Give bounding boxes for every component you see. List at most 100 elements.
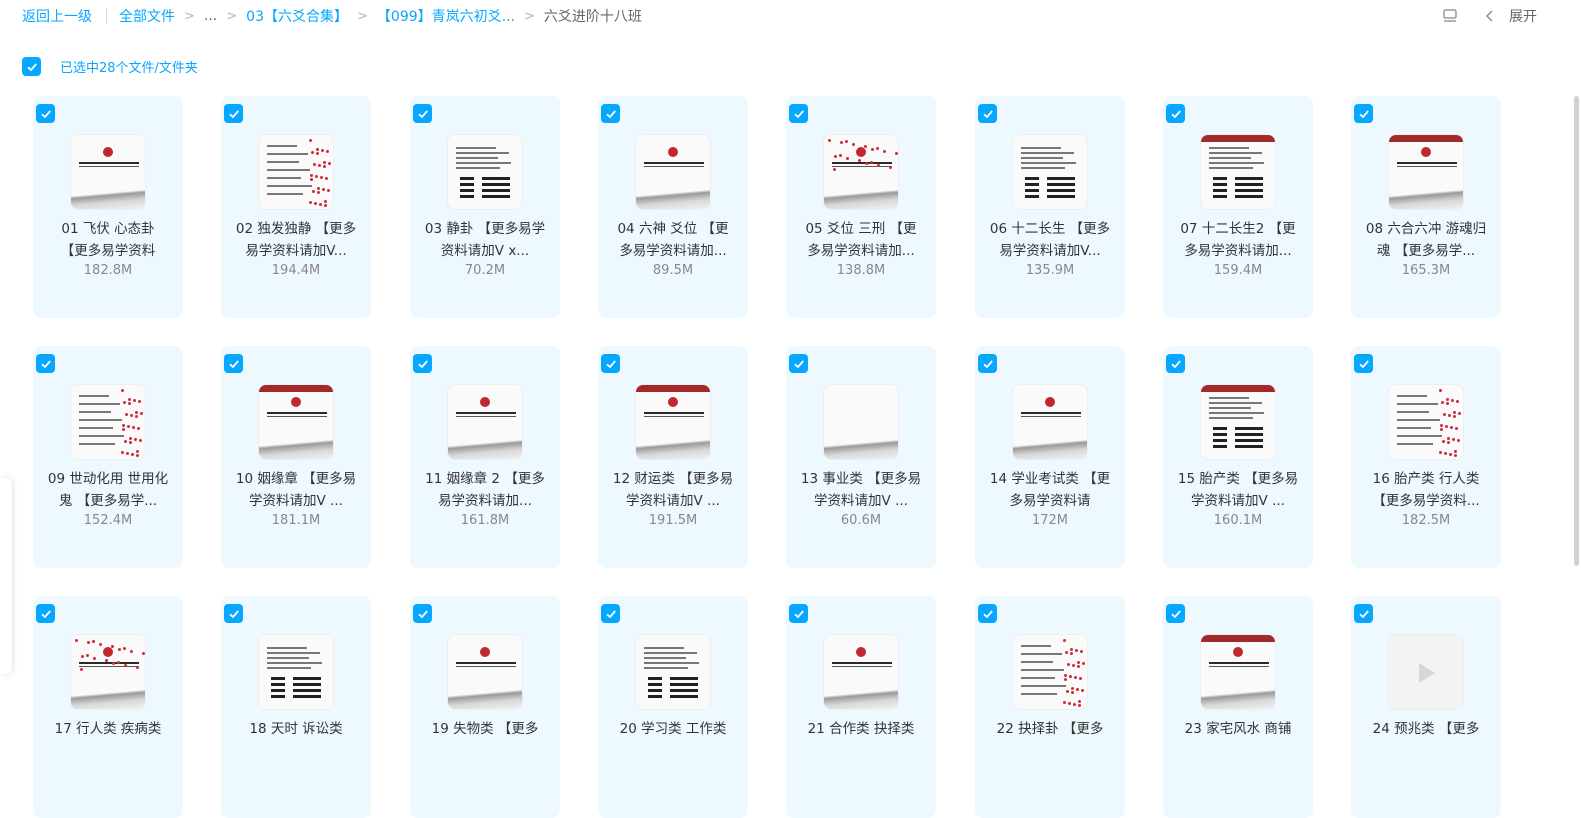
file-name: 08 六合六冲 游魂归魂 【更多易学... (1365, 221, 1487, 259)
file-checkbox[interactable] (413, 104, 432, 123)
file-name: 02 独发独静 【更多易学资料请加V... (235, 221, 357, 259)
file-card[interactable]: 18 天时 诉讼类 (221, 596, 371, 818)
file-card[interactable]: 01 飞伏 心态卦 【更多易学资料 182.8M (33, 96, 183, 318)
file-checkbox[interactable] (224, 354, 243, 373)
back-link[interactable]: 返回上一级 (22, 6, 92, 26)
file-thumbnail (1012, 134, 1088, 210)
file-name: 09 世动化用 世用化鬼 【更多易学... (47, 471, 169, 509)
file-card[interactable]: 20 学习类 工作类 (598, 596, 748, 818)
check-icon (228, 609, 239, 618)
file-thumbnail (258, 384, 334, 460)
check-icon (417, 109, 428, 118)
file-thumbnail (70, 134, 146, 210)
check-icon (793, 359, 804, 368)
file-card[interactable]: 21 合作类 抉择类 (786, 596, 936, 818)
file-size: 89.5M (652, 263, 694, 278)
file-thumbnail (635, 134, 711, 210)
check-icon (605, 109, 616, 118)
file-card[interactable]: 22 抉择卦 【更多 (975, 596, 1125, 818)
check-icon (605, 609, 616, 618)
file-name: 19 失物类 【更多 (431, 721, 539, 737)
file-thumbnail (70, 634, 146, 710)
file-thumbnail (1200, 634, 1276, 710)
top-right-actions: 展开 (1441, 6, 1537, 26)
file-checkbox[interactable] (1166, 604, 1185, 623)
file-checkbox[interactable] (36, 604, 55, 623)
file-card[interactable]: 17 行人类 疾病类 (33, 596, 183, 818)
file-card[interactable]: 08 六合六冲 游魂归魂 【更多易学... 165.3M (1351, 96, 1501, 318)
file-card[interactable]: 11 姻缘章 2 【更多易学资料请加... 161.8M (410, 346, 560, 568)
file-card[interactable]: 16 胎产类 行人类 【更多易学资料... 182.5M (1351, 346, 1501, 568)
file-size: 70.2M (464, 263, 506, 278)
breadcrumb-divider (106, 9, 107, 23)
breadcrumb-level2[interactable]: 【099】青岚六初爻... (377, 6, 515, 26)
check-icon (1170, 109, 1181, 118)
file-checkbox[interactable] (224, 104, 243, 123)
file-name: 17 行人类 疾病类 (54, 721, 162, 737)
file-card[interactable]: 14 学业考试类 【更多易学资料请 172M (975, 346, 1125, 568)
file-checkbox[interactable] (601, 604, 620, 623)
file-card[interactable]: 13 事业类 【更多易学资料请加V ... 60.6M (786, 346, 936, 568)
file-name: 21 合作类 抉择类 (807, 721, 915, 737)
file-checkbox[interactable] (978, 104, 997, 123)
file-name: 11 姻缘章 2 【更多易学资料请加... (425, 471, 545, 509)
breadcrumb: 返回上一级 全部文件 > ... > 03【六爻合集】 > 【099】青岚六初爻… (22, 6, 642, 26)
file-checkbox[interactable] (601, 354, 620, 373)
breadcrumb-level1[interactable]: 03【六爻合集】 (246, 6, 348, 26)
file-card[interactable]: 04 六神 爻位 【更多易学资料请加... 89.5M (598, 96, 748, 318)
file-thumbnail (1200, 384, 1276, 460)
file-card[interactable]: 05 爻位 三刑 【更多易学资料请加... 138.8M (786, 96, 936, 318)
file-checkbox[interactable] (1166, 354, 1185, 373)
file-thumbnail (1012, 634, 1088, 710)
file-checkbox[interactable] (789, 104, 808, 123)
select-all-checkbox[interactable] (22, 57, 41, 76)
file-checkbox[interactable] (1166, 104, 1185, 123)
file-card[interactable]: 12 财运类 【更多易学资料请加V ... 191.5M (598, 346, 748, 568)
check-icon (228, 359, 239, 368)
file-checkbox[interactable] (36, 104, 55, 123)
file-size: 194.4M (271, 263, 321, 278)
side-panel-handle[interactable] (0, 478, 12, 674)
file-name: 16 胎产类 行人类 【更多易学资料... (1372, 471, 1480, 509)
file-name: 12 财运类 【更多易学资料请加V ... (612, 471, 734, 509)
file-checkbox[interactable] (789, 354, 808, 373)
file-card[interactable]: 10 姻缘章 【更多易学资料请加V ... 181.1M (221, 346, 371, 568)
file-checkbox[interactable] (1354, 354, 1373, 373)
file-card[interactable]: 06 十二长生 【更多易学资料请加V... 135.9M (975, 96, 1125, 318)
file-card[interactable]: 03 静卦 【更多易学资料请加V x... 70.2M (410, 96, 560, 318)
file-name: 15 胎产类 【更多易学资料请加V ... (1177, 471, 1299, 509)
scrollbar-thumb[interactable] (1574, 96, 1579, 566)
file-size: 138.8M (836, 263, 886, 278)
breadcrumb-all-files[interactable]: 全部文件 (119, 6, 175, 26)
file-checkbox[interactable] (413, 354, 432, 373)
file-size: 135.9M (1025, 263, 1075, 278)
file-card[interactable]: 02 独发独静 【更多易学资料请加V... 194.4M (221, 96, 371, 318)
check-icon (793, 109, 804, 118)
expand-button[interactable]: 展开 (1509, 6, 1537, 26)
file-checkbox[interactable] (1354, 604, 1373, 623)
file-card[interactable]: 07 十二长生2 【更多易学资料请加... 159.4M (1163, 96, 1313, 318)
file-checkbox[interactable] (36, 354, 55, 373)
chevron-right-icon: > (523, 8, 535, 24)
file-checkbox[interactable] (224, 604, 243, 623)
file-card[interactable]: 15 胎产类 【更多易学资料请加V ... 160.1M (1163, 346, 1313, 568)
file-card[interactable]: 19 失物类 【更多 (410, 596, 560, 818)
select-all-row: 已选中28个文件/文件夹 (22, 57, 198, 76)
file-card[interactable]: 24 预兆类 【更多 (1351, 596, 1501, 818)
file-thumbnail (70, 384, 146, 460)
chevron-left-icon[interactable] (1481, 7, 1499, 25)
check-icon (982, 109, 993, 118)
file-checkbox[interactable] (978, 354, 997, 373)
file-card[interactable]: 23 家宅风水 商铺 (1163, 596, 1313, 818)
file-checkbox[interactable] (978, 604, 997, 623)
file-checkbox[interactable] (1354, 104, 1373, 123)
file-card[interactable]: 09 世动化用 世用化鬼 【更多易学... 152.4M (33, 346, 183, 568)
file-checkbox[interactable] (601, 104, 620, 123)
file-size: 161.8M (460, 513, 510, 528)
file-name: 03 静卦 【更多易学资料请加V x... (424, 221, 546, 259)
file-checkbox[interactable] (413, 604, 432, 623)
file-name: 07 十二长生2 【更多易学资料请加... (1180, 221, 1296, 259)
list-view-icon[interactable] (1441, 7, 1459, 25)
file-checkbox[interactable] (789, 604, 808, 623)
breadcrumb-ellipsis[interactable]: ... (204, 8, 217, 24)
